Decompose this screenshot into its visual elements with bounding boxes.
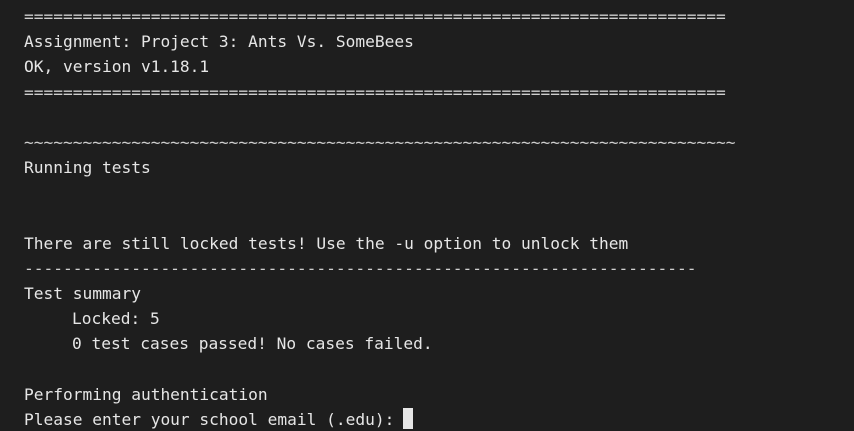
running-tests-line: Running tests: [24, 158, 151, 178]
text-cursor[interactable]: [403, 408, 414, 429]
test-summary-title: Test summary: [24, 284, 141, 304]
passed-cases-line: 0 test cases passed! No cases failed.: [72, 334, 433, 354]
separator-dash: ----------------------------------------…: [24, 258, 697, 278]
locked-warning-line: There are still locked tests! Use the -u…: [24, 233, 629, 253]
version-line: OK, version v1.18.1: [24, 57, 210, 77]
separator-equals-bottom: ========================================…: [24, 82, 726, 102]
separator-tilde: ~~~~~~~~~~~~~~~~~~~~~~~~~~~~~~~~~~~~~~~~…: [24, 132, 736, 152]
assignment-line: Assignment: Project 3: Ants Vs. SomeBees: [24, 32, 414, 52]
email-prompt-label: Please enter your school email (.edu):: [24, 410, 395, 429]
email-prompt-line[interactable]: Please enter your school email (.edu):: [24, 407, 854, 431]
terminal-window[interactable]: ========================================…: [0, 0, 854, 431]
separator-equals-top: ========================================…: [24, 7, 726, 26]
locked-count-line: Locked: 5: [72, 309, 160, 329]
authentication-line: Performing authentication: [24, 384, 268, 404]
